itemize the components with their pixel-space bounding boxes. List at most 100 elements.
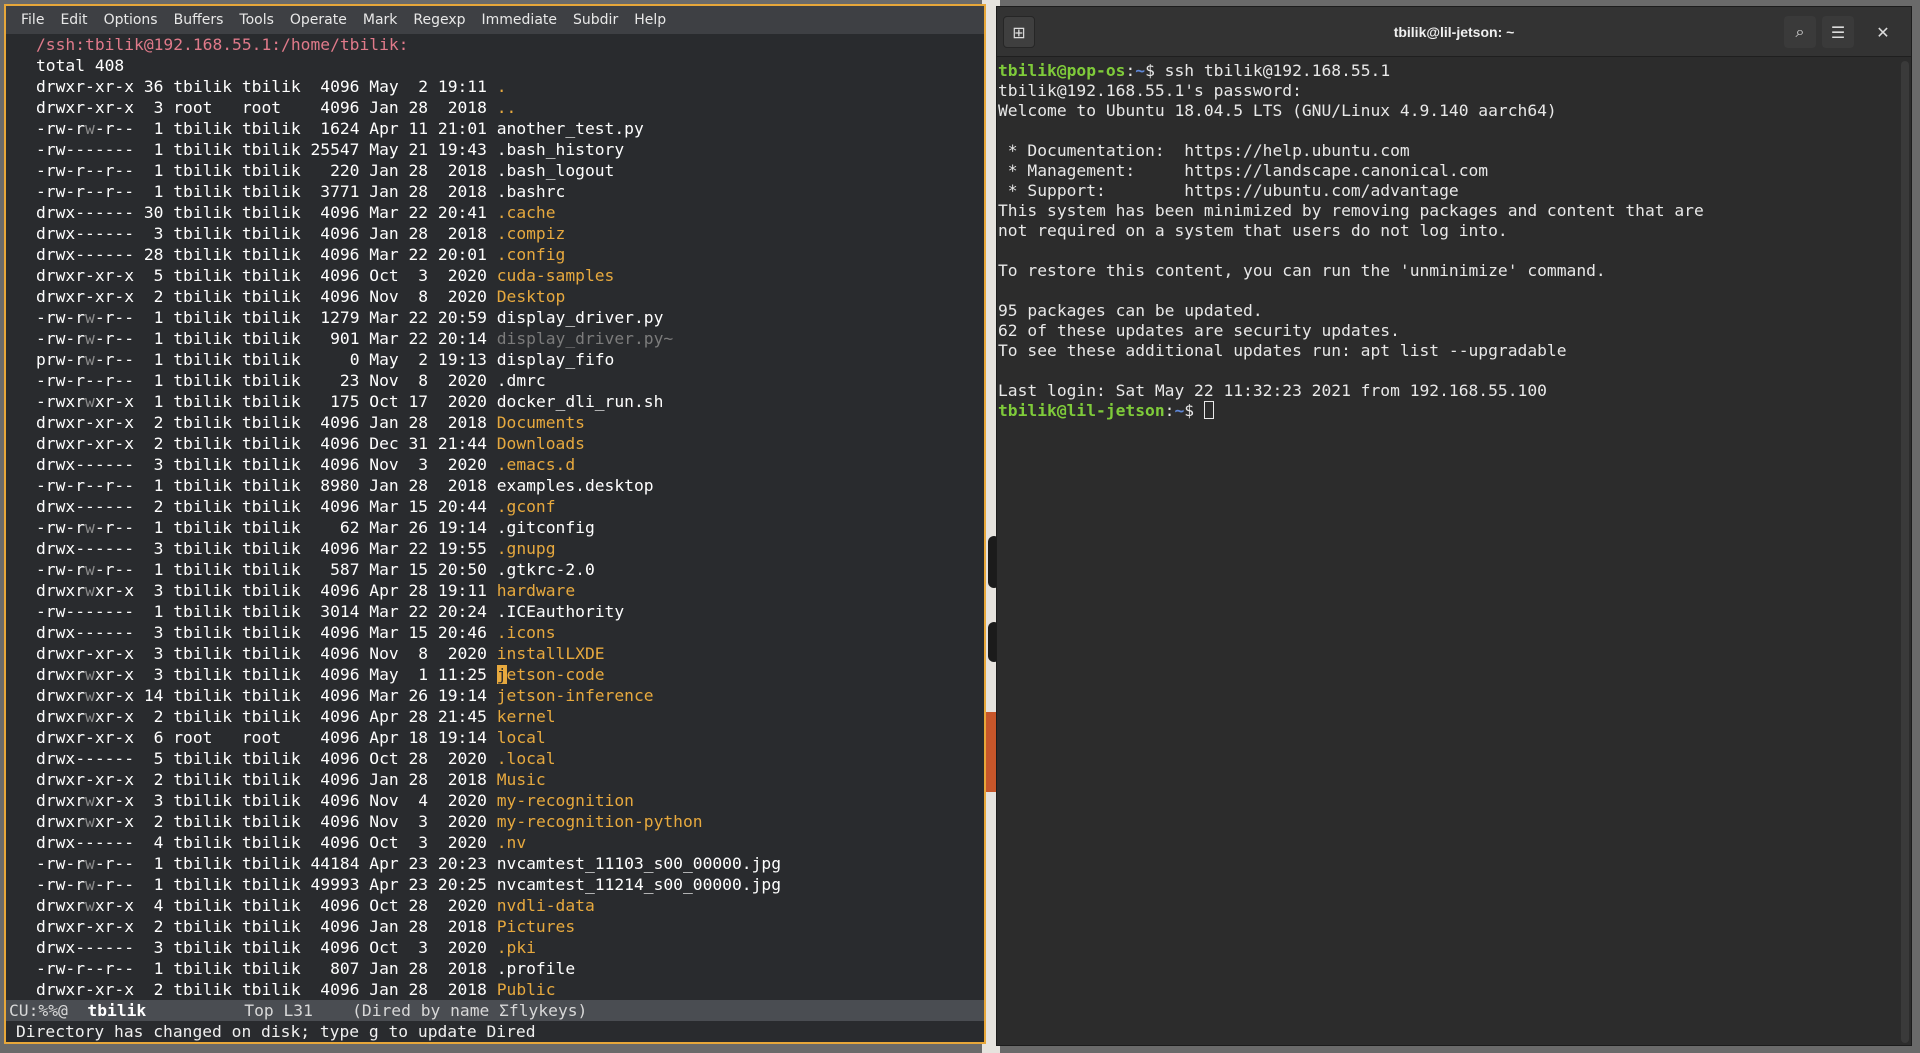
file-name[interactable]: ..	[497, 98, 517, 117]
dired-entry[interactable]: drwx------ 3 tbilik tbilik 4096 Jan 28 2…	[36, 223, 984, 244]
file-name[interactable]: .gnupg	[497, 539, 556, 558]
dired-entry[interactable]: drwxr-xr-x 2 tbilik tbilik 4096 Jan 28 2…	[36, 916, 984, 937]
dired-entry[interactable]: drwxrwxr-x 3 tbilik tbilik 4096 May 1 11…	[36, 664, 984, 685]
file-name[interactable]: nvdli-data	[497, 896, 595, 915]
file-name[interactable]: .gconf	[497, 497, 556, 516]
file-name[interactable]: .	[497, 77, 507, 96]
file-name[interactable]: kernel	[497, 707, 556, 726]
menu-buffers[interactable]: Buffers	[167, 12, 233, 28]
dired-entry[interactable]: drwx------ 5 tbilik tbilik 4096 Oct 28 2…	[36, 748, 984, 769]
file-name[interactable]: Pictures	[497, 917, 575, 936]
dired-entry[interactable]: drwxrwxr-x 4 tbilik tbilik 4096 Oct 28 2…	[36, 895, 984, 916]
file-name[interactable]: installLXDE	[497, 644, 605, 663]
dired-entry[interactable]: -rw-r--r-- 1 tbilik tbilik 220 Jan 28 20…	[36, 160, 984, 181]
file-name[interactable]: .emacs.d	[497, 455, 575, 474]
dired-entry[interactable]: drwxr-xr-x 6 root root 4096 Apr 18 19:14…	[36, 727, 984, 748]
dired-entry[interactable]: -rw-rw-r-- 1 tbilik tbilik 1624 Apr 11 2…	[36, 118, 984, 139]
dired-entry[interactable]: -rw-rw-r-- 1 tbilik tbilik 1279 Mar 22 2…	[36, 307, 984, 328]
file-name[interactable]: .pki	[497, 938, 536, 957]
dired-entry[interactable]: drwxrwxr-x 14 tbilik tbilik 4096 Mar 26 …	[36, 685, 984, 706]
dired-entry[interactable]: -rw-rw-r-- 1 tbilik tbilik 587 Mar 15 20…	[36, 559, 984, 580]
dired-entry[interactable]: drwx------ 30 tbilik tbilik 4096 Mar 22 …	[36, 202, 984, 223]
dired-entry[interactable]: drwxrwxr-x 3 tbilik tbilik 4096 Nov 4 20…	[36, 790, 984, 811]
menu-subdir[interactable]: Subdir	[566, 12, 627, 28]
file-name[interactable]: display_driver.py~	[497, 329, 673, 348]
dired-entry[interactable]: drwxr-xr-x 36 tbilik tbilik 4096 May 2 1…	[36, 76, 984, 97]
menu-options[interactable]: Options	[97, 12, 167, 28]
file-name[interactable]: .ICEauthority	[497, 602, 624, 621]
dired-entry[interactable]: drwx------ 3 tbilik tbilik 4096 Mar 15 2…	[36, 622, 984, 643]
dired-entry[interactable]: -rw-r--r-- 1 tbilik tbilik 3771 Jan 28 2…	[36, 181, 984, 202]
file-name[interactable]: .local	[497, 749, 556, 768]
file-name[interactable]: .profile	[497, 959, 575, 978]
file-name[interactable]: local	[497, 728, 546, 747]
file-name[interactable]: .config	[497, 245, 566, 264]
dired-entry[interactable]: drwxrwxr-x 3 tbilik tbilik 4096 Apr 28 1…	[36, 580, 984, 601]
dired-entry[interactable]: drwx------ 4 tbilik tbilik 4096 Oct 3 20…	[36, 832, 984, 853]
file-name[interactable]: cuda-samples	[497, 266, 615, 285]
dired-entry[interactable]: drwx------ 3 tbilik tbilik 4096 Mar 22 1…	[36, 538, 984, 559]
menu-file[interactable]: File	[14, 12, 53, 28]
dired-entry[interactable]: -rw-rw-r-- 1 tbilik tbilik 901 Mar 22 20…	[36, 328, 984, 349]
dired-entry[interactable]: drwxr-xr-x 2 tbilik tbilik 4096 Jan 28 2…	[36, 979, 984, 1000]
close-button[interactable]: ✕	[1867, 16, 1899, 48]
terminal-output[interactable]: tbilik@pop-os:~$ ssh tbilik@192.168.55.1…	[997, 57, 1897, 1047]
terminal-scrollbar[interactable]	[1901, 61, 1909, 1043]
file-name[interactable]: my-recognition	[497, 791, 634, 810]
file-name[interactable]: .compiz	[497, 224, 566, 243]
file-name[interactable]: another_test.py	[497, 119, 644, 138]
dired-entry[interactable]: drwx------ 2 tbilik tbilik 4096 Mar 15 2…	[36, 496, 984, 517]
dired-entry[interactable]: drwx------ 3 tbilik tbilik 4096 Oct 3 20…	[36, 937, 984, 958]
dired-entry[interactable]: drwxr-xr-x 2 tbilik tbilik 4096 Jan 28 2…	[36, 769, 984, 790]
dired-entry[interactable]: -rw-r--r-- 1 tbilik tbilik 8980 Jan 28 2…	[36, 475, 984, 496]
terminal-window[interactable]: ⊞ tbilik@lil-jetson: ~ ⌕ ☰ ✕ tbilik@pop-…	[996, 6, 1912, 1046]
dired-entry[interactable]: drwxr-xr-x 3 root root 4096 Jan 28 2018 …	[36, 97, 984, 118]
dired-entry[interactable]: drwxr-xr-x 2 tbilik tbilik 4096 Nov 8 20…	[36, 286, 984, 307]
dired-entry[interactable]: drwxr-xr-x 2 tbilik tbilik 4096 Jan 28 2…	[36, 412, 984, 433]
dired-entry[interactable]: -rw-r--r-- 1 tbilik tbilik 807 Jan 28 20…	[36, 958, 984, 979]
menu-button[interactable]: ☰	[1822, 16, 1854, 48]
menu-mark[interactable]: Mark	[356, 12, 407, 28]
file-name[interactable]: .icons	[497, 623, 556, 642]
file-name[interactable]: hardware	[497, 581, 575, 600]
file-name[interactable]: .gitconfig	[497, 518, 595, 537]
file-name[interactable]: Music	[497, 770, 546, 789]
search-button[interactable]: ⌕	[1784, 16, 1816, 48]
file-name[interactable]: display_driver.py	[497, 308, 664, 327]
dired-entry[interactable]: drwx------ 28 tbilik tbilik 4096 Mar 22 …	[36, 244, 984, 265]
dired-buffer[interactable]: /ssh:tbilik@192.168.55.1:/home/tbilik: t…	[6, 34, 984, 1000]
file-name[interactable]: .gtkrc-2.0	[497, 560, 595, 579]
file-name[interactable]: .bashrc	[497, 182, 566, 201]
file-name[interactable]: jetson-inference	[497, 686, 654, 705]
file-name[interactable]: jetson-code	[496, 665, 605, 684]
menu-edit[interactable]: Edit	[53, 12, 96, 28]
dired-entry[interactable]: drwxr-xr-x 3 tbilik tbilik 4096 Nov 8 20…	[36, 643, 984, 664]
menu-operate[interactable]: Operate	[283, 12, 356, 28]
dired-entry[interactable]: -rw------- 1 tbilik tbilik 25547 May 21 …	[36, 139, 984, 160]
dired-entry[interactable]: drwx------ 3 tbilik tbilik 4096 Nov 3 20…	[36, 454, 984, 475]
file-name[interactable]: my-recognition-python	[497, 812, 703, 831]
file-name[interactable]: Downloads	[497, 434, 585, 453]
dired-entry[interactable]: drwxr-xr-x 2 tbilik tbilik 4096 Dec 31 2…	[36, 433, 984, 454]
file-name[interactable]: nvcamtest_11103_s00_00000.jpg	[497, 854, 781, 873]
file-name[interactable]: Public	[497, 980, 556, 999]
dired-entry[interactable]: prw-rw-r-- 1 tbilik tbilik 0 May 2 19:13…	[36, 349, 984, 370]
dired-entry[interactable]: -rw-r--r-- 1 tbilik tbilik 23 Nov 8 2020…	[36, 370, 984, 391]
file-name[interactable]: .bash_history	[497, 140, 624, 159]
menu-help[interactable]: Help	[627, 12, 675, 28]
file-name[interactable]: .bash_logout	[497, 161, 615, 180]
dired-entry[interactable]: -rw-rw-r-- 1 tbilik tbilik 49993 Apr 23 …	[36, 874, 984, 895]
dired-entry[interactable]: drwxr-xr-x 5 tbilik tbilik 4096 Oct 3 20…	[36, 265, 984, 286]
dired-entry[interactable]: -rwxrwxr-x 1 tbilik tbilik 175 Oct 17 20…	[36, 391, 984, 412]
file-name[interactable]: .dmrc	[497, 371, 546, 390]
dired-entry[interactable]: -rw------- 1 tbilik tbilik 3014 Mar 22 2…	[36, 601, 984, 622]
file-name[interactable]: Documents	[497, 413, 585, 432]
menu-regexp[interactable]: Regexp	[406, 12, 474, 28]
menu-immediate[interactable]: Immediate	[475, 12, 566, 28]
menu-tools[interactable]: Tools	[232, 12, 283, 28]
file-name[interactable]: nvcamtest_11214_s00_00000.jpg	[497, 875, 781, 894]
emacs-window[interactable]: File Edit Options Buffers Tools Operate Mark Re…	[4, 4, 986, 1044]
file-name[interactable]: .nv	[497, 833, 526, 852]
file-name[interactable]: docker_dli_run.sh	[497, 392, 664, 411]
dired-entry[interactable]: drwxrwxr-x 2 tbilik tbilik 4096 Nov 3 20…	[36, 811, 984, 832]
